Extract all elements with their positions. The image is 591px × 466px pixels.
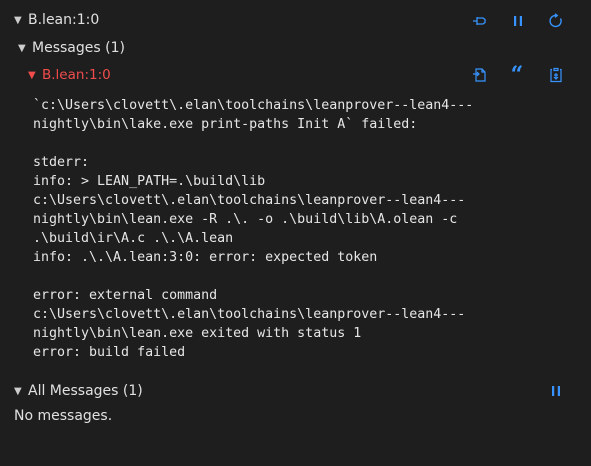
messages-section-title: Messages (1) — [32, 40, 125, 56]
message-location-toggle[interactable]: ▼ B.lean:1:0 — [28, 65, 111, 85]
expand-triangle-icon: ▼ — [18, 42, 26, 54]
message-line: .\build\ir\A.c .\.\A.lean — [33, 231, 234, 246]
pause-icon[interactable] — [508, 11, 528, 31]
expand-triangle-icon: ▼ — [14, 385, 22, 397]
messages-section-toggle[interactable]: ▼ Messages (1) — [18, 38, 125, 58]
go-to-file-icon[interactable] — [470, 65, 490, 85]
message-text: `c:\Users\clovett\.elan\toolchains\leanp… — [33, 96, 473, 362]
header-title: B.lean:1:0 — [28, 12, 100, 28]
message-line: c:\Users\clovett\.elan\toolchains\leanpr… — [33, 193, 466, 208]
pin-icon[interactable] — [470, 11, 490, 31]
message-line: c:\Users\clovett\.elan\toolchains\leanpr… — [33, 307, 466, 322]
copy-to-clipboard-icon[interactable] — [546, 65, 566, 85]
expand-triangle-icon: ▼ — [28, 69, 36, 81]
message-line: info: > LEAN_PATH=.\build\lib — [33, 174, 266, 189]
message-line: `c:\Users\clovett\.elan\toolchains\leanp… — [33, 98, 474, 113]
no-messages-text: No messages. — [14, 408, 113, 424]
message-line: error: external command — [33, 288, 218, 303]
message-line: nightly\bin\lean.exe exited with status … — [33, 326, 362, 341]
message-location[interactable]: B.lean:1:0 — [42, 67, 111, 83]
refresh-icon[interactable] — [546, 11, 566, 31]
message-line: error: build failed — [33, 345, 186, 360]
message-line: nightly\bin\lake.exe print-paths Init A`… — [33, 117, 418, 132]
header-toggle[interactable]: ▼ B.lean:1:0 — [14, 10, 99, 30]
pause-icon[interactable] — [546, 381, 566, 401]
quote-icon[interactable]: “ — [507, 64, 527, 86]
message-line: info: .\.\A.lean:3:0: error: expected to… — [33, 250, 378, 265]
expand-triangle-icon: ▼ — [14, 14, 22, 26]
message-line: nightly\bin\lean.exe -R .\. -o .\build\l… — [33, 212, 458, 227]
message-line: stderr: — [33, 155, 90, 170]
all-messages-section-toggle[interactable]: ▼ All Messages (1) — [14, 381, 143, 401]
all-messages-title: All Messages (1) — [28, 383, 143, 399]
